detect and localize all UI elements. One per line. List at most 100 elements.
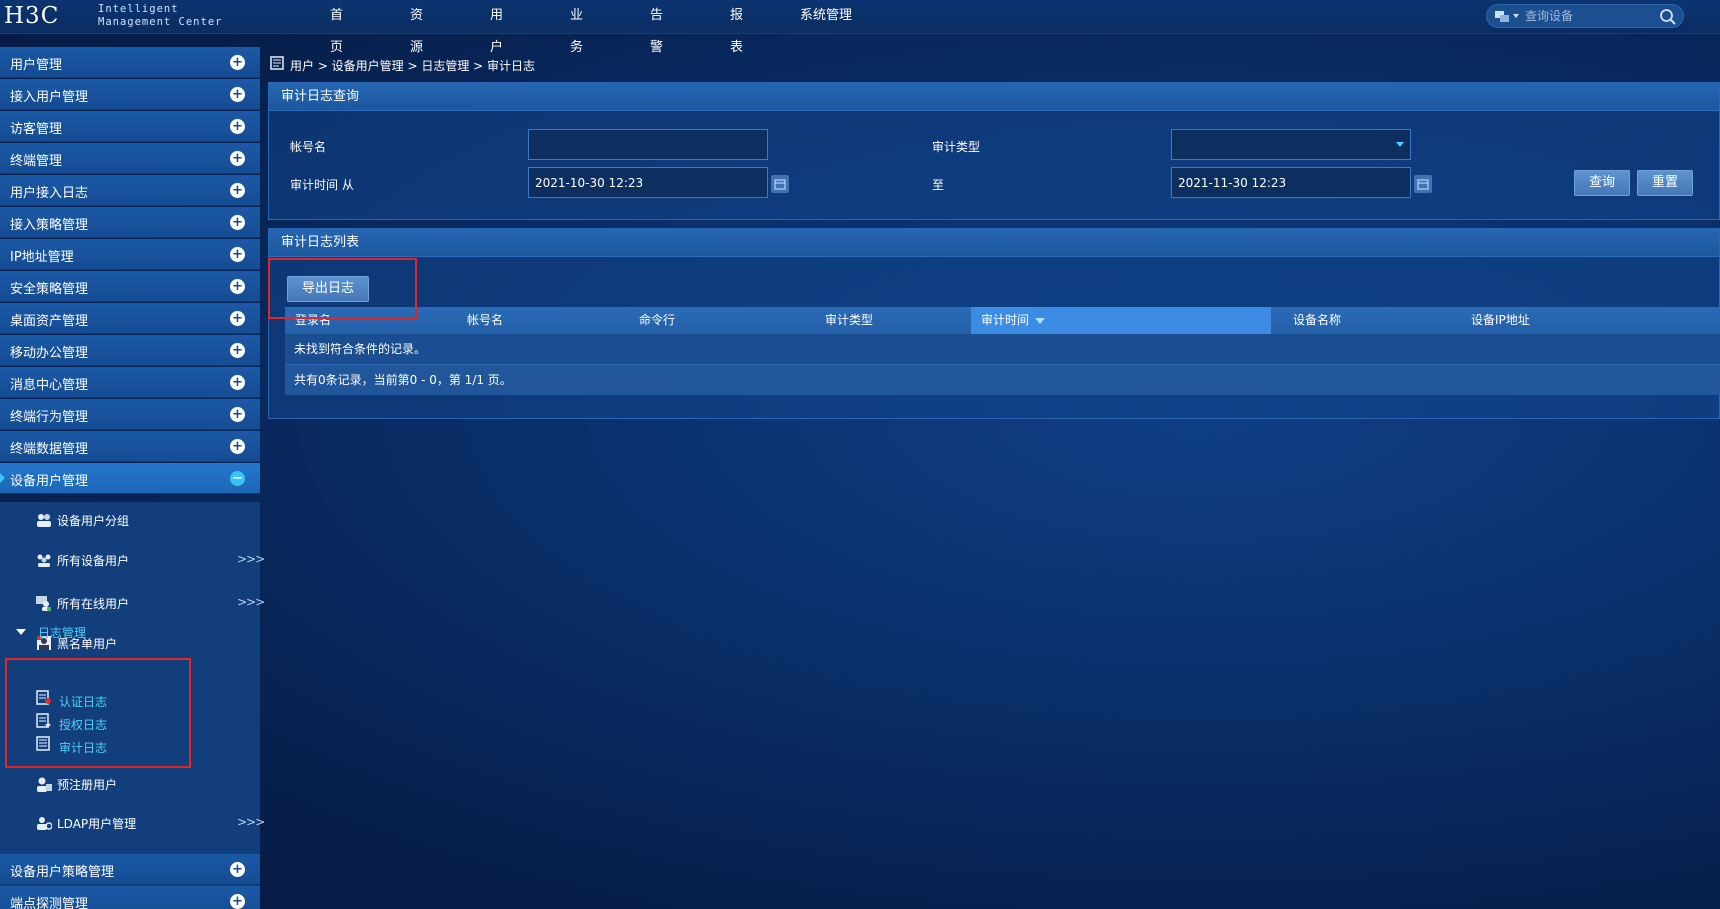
calendar-icon[interactable] — [1414, 175, 1432, 193]
menu-guest-management[interactable]: 访客管理 + — [0, 111, 260, 142]
device-type-icon[interactable] — [1495, 11, 1509, 22]
users-icon — [37, 554, 51, 567]
list-panel-title: 审计日志列表 — [269, 229, 1719, 257]
pre-registered-user-icon — [37, 777, 52, 792]
menu-security-policy-management[interactable]: 安全策略管理 + — [0, 271, 260, 302]
calendar-glyph — [1417, 179, 1429, 190]
sort-desc-icon[interactable] — [1035, 317, 1046, 324]
expand-plus-icon[interactable]: + — [230, 375, 245, 390]
chevron-down-icon[interactable] — [1396, 142, 1404, 147]
expand-plus-icon[interactable]: + — [230, 862, 245, 877]
audit-log-query-panel: 审计日志查询 帐号名 审计类型 审计时间 从 至 查询 重置 — [268, 82, 1720, 220]
query-button[interactable]: 查询 — [1574, 170, 1630, 196]
chevron-right-icon[interactable]: >>> — [237, 815, 265, 829]
menu-mobile-office-management[interactable]: 移动办公管理 + — [0, 335, 260, 366]
audit-type-label: 审计类型 — [932, 140, 981, 154]
submenu-label: 预注册用户 — [57, 778, 118, 792]
log-group-label: 日志管理 — [38, 626, 87, 640]
submenu-label: 认证日志 — [59, 695, 108, 709]
submenu-label: 所有设备用户 — [57, 554, 130, 568]
col-audit-type[interactable]: 审计类型 — [825, 307, 873, 334]
device-search-input[interactable] — [1525, 7, 1655, 25]
col-device-ip[interactable]: 设备IP地址 — [1471, 307, 1530, 334]
nav-home[interactable]: 首页 — [330, 0, 343, 55]
logo-subtitle: Intelligent Management Center — [98, 3, 222, 29]
user-group-icon — [37, 514, 51, 527]
menu-desktop-asset-management[interactable]: 桌面资产管理 + — [0, 303, 260, 334]
menu-label: 用户接入日志 — [10, 186, 89, 201]
chevron-right-icon[interactable]: >>> — [237, 552, 265, 566]
expand-plus-icon[interactable]: + — [230, 279, 245, 294]
menu-user-access-log[interactable]: 用户接入日志 + — [0, 175, 260, 206]
export-log-button[interactable]: 导出日志 — [287, 276, 369, 302]
calendar-glyph — [774, 179, 786, 190]
expand-plus-icon[interactable]: + — [230, 183, 245, 198]
menu-label: 接入用户管理 — [10, 90, 89, 105]
menu-terminal-data-management[interactable]: 终端数据管理 + — [0, 431, 260, 462]
menu-access-policy-management[interactable]: 接入策略管理 + — [0, 207, 260, 238]
menu-ip-address-management[interactable]: IP地址管理 + — [0, 239, 260, 270]
time-to-input[interactable] — [1171, 167, 1411, 198]
nav-report[interactable]: 报表 — [730, 0, 743, 55]
expanded-triangle-icon[interactable] — [16, 629, 26, 635]
menu-label: 终端管理 — [10, 154, 63, 169]
account-input[interactable] — [528, 129, 768, 160]
col-device-name[interactable]: 设备名称 — [1293, 307, 1341, 334]
nav-alarm[interactable]: 告警 — [650, 0, 663, 55]
time-from-input[interactable] — [528, 167, 768, 198]
audit-type-select[interactable] — [1171, 129, 1411, 160]
menu-endpoint-probe-management[interactable]: 端点探测管理 + — [0, 886, 260, 909]
col-account-name[interactable]: 帐号名 — [467, 307, 503, 334]
time-to-label: 至 — [932, 178, 945, 192]
menu-label: 安全策略管理 — [10, 282, 89, 297]
device-type-dropdown-icon[interactable] — [1513, 14, 1519, 18]
menu-access-user-management[interactable]: 接入用户管理 + — [0, 79, 260, 110]
reset-button[interactable]: 重置 — [1637, 170, 1693, 196]
expand-plus-icon[interactable]: + — [230, 119, 245, 134]
time-from-label: 审计时间 从 — [290, 178, 354, 192]
expand-plus-icon[interactable]: + — [230, 247, 245, 262]
expand-plus-icon[interactable]: + — [230, 439, 245, 454]
empty-message-row: 未找到符合条件的记录。 — [285, 334, 1720, 365]
search-icon[interactable] — [1659, 8, 1677, 26]
col-command-line[interactable]: 命令行 — [639, 307, 675, 334]
menu-label: 访客管理 — [10, 122, 63, 137]
audit-log-icon — [36, 736, 50, 751]
col-audit-time[interactable]: 审计时间 — [971, 307, 1271, 334]
nav-resource[interactable]: 资源 — [410, 0, 423, 55]
breadcrumb-text: 用户 > 设备用户管理 > 日志管理 > 审计日志 — [290, 59, 536, 73]
nav-user[interactable]: 用户 — [490, 0, 503, 55]
menu-label: 接入策略管理 — [10, 218, 89, 233]
collapse-minus-icon[interactable]: − — [230, 471, 245, 486]
col-login-name[interactable]: 登录名 — [295, 307, 331, 334]
menu-terminal-behavior-management[interactable]: 终端行为管理 + — [0, 399, 260, 430]
expand-plus-icon[interactable]: + — [230, 343, 245, 358]
expand-plus-icon[interactable]: + — [230, 87, 245, 102]
expand-plus-icon[interactable]: + — [230, 55, 245, 70]
expand-plus-icon[interactable]: + — [230, 894, 245, 909]
expand-plus-icon[interactable]: + — [230, 407, 245, 422]
submenu-label: 审计日志 — [59, 741, 108, 755]
expand-plus-icon[interactable]: + — [230, 151, 245, 166]
submenu-label: 设备用户分组 — [57, 514, 130, 528]
menu-label: 移动办公管理 — [10, 346, 89, 361]
menu-device-user-management[interactable]: 设备用户管理 − — [0, 463, 260, 494]
menu-terminal-management[interactable]: 终端管理 + — [0, 143, 260, 174]
calendar-icon[interactable] — [771, 175, 789, 193]
nav-service[interactable]: 业务 — [570, 0, 583, 55]
menu-user-management[interactable]: 用户管理 + — [0, 47, 260, 78]
audit-log-list-panel: 审计日志列表 导出日志 登录名 帐号名 命令行 审计类型 审计时间 设备名称 设… — [268, 228, 1720, 419]
chevron-right-icon[interactable]: >>> — [237, 595, 265, 609]
nav-system[interactable]: 系统管理 — [800, 0, 852, 34]
submenu-label: 所有在线用户 — [57, 597, 130, 611]
menu-message-center-management[interactable]: 消息中心管理 + — [0, 367, 260, 398]
expand-plus-icon[interactable]: + — [230, 215, 245, 230]
menu-label: 用户管理 — [10, 58, 63, 73]
menu-device-user-policy-management[interactable]: 设备用户策略管理 + — [0, 854, 260, 885]
submenu-label: 授权日志 — [59, 718, 108, 732]
expand-plus-icon[interactable]: + — [230, 311, 245, 326]
logo-line-1: Intelligent — [98, 3, 179, 15]
query-panel-title: 审计日志查询 — [269, 83, 1719, 111]
submenu-label: LDAP用户管理 — [57, 817, 137, 831]
menu-label: IP地址管理 — [10, 250, 74, 265]
